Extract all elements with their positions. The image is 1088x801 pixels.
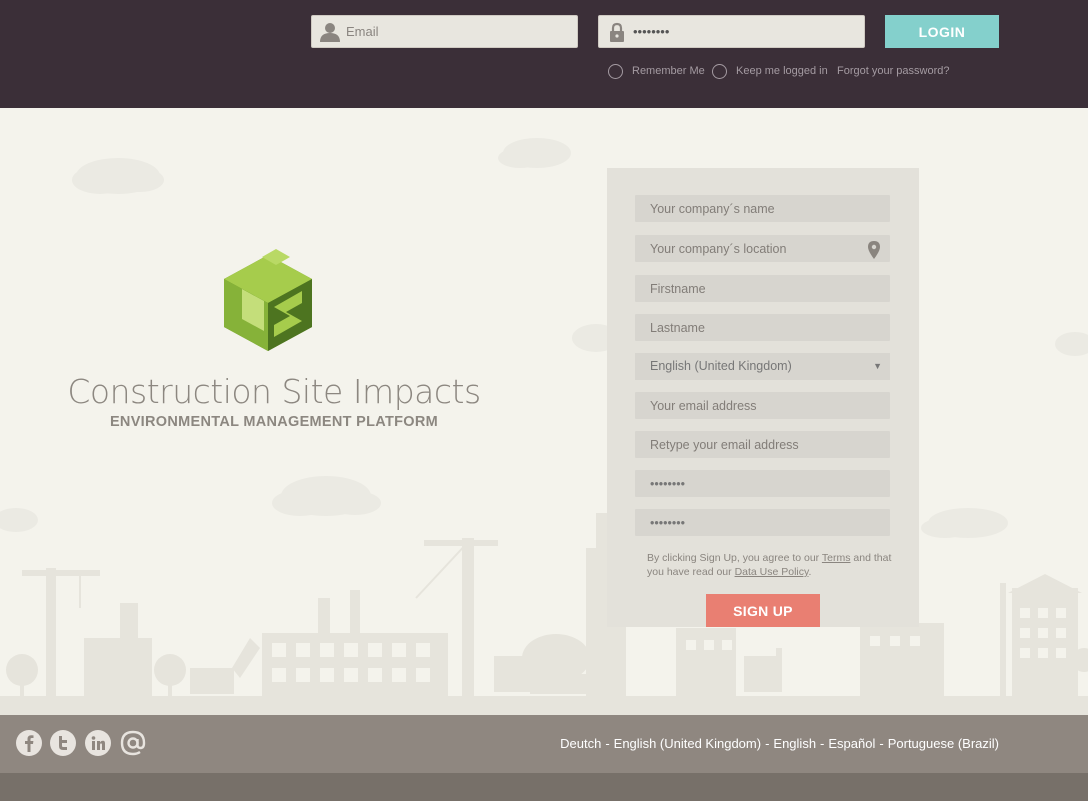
location-pin-icon[interactable] [868, 241, 880, 259]
lang-link-english[interactable]: English [773, 736, 816, 751]
csi-cube-logo [224, 249, 312, 351]
forgot-password-link[interactable]: Forgot your password? [837, 62, 950, 80]
dropdown-arrow-icon: ▼ [873, 361, 882, 371]
terms-notice: By clicking Sign Up, you agree to our Te… [647, 551, 892, 579]
lastname-input[interactable] [635, 314, 890, 341]
signup-button[interactable]: SIGN UP [706, 594, 820, 627]
password-confirm-input[interactable] [635, 509, 890, 536]
footer-bottom-strip [0, 773, 1088, 801]
language-select-value: English (United Kingdom) [650, 359, 792, 373]
signup-panel: English (United Kingdom) ▼ By clicking S… [607, 168, 919, 627]
forgot-password-label[interactable]: Forgot your password? [837, 65, 950, 77]
terms-link[interactable]: Terms [822, 552, 851, 564]
login-email-input[interactable] [346, 16, 571, 47]
clouds [0, 138, 1088, 538]
keep-logged-in-option[interactable]: Keep me logged in [712, 62, 828, 80]
lang-link-portuguese-brazil[interactable]: Portuguese (Brazil) [888, 736, 999, 751]
lang-separator: - [765, 736, 770, 751]
facebook-icon[interactable] [15, 729, 43, 757]
password-input[interactable] [635, 470, 890, 497]
language-select[interactable]: English (United Kingdom) ▼ [635, 353, 890, 380]
footer: Deutch - English (United Kingdom) - English -… [0, 715, 1088, 773]
remember-me-radio[interactable] [608, 63, 623, 79]
brand-subtitle: ENVIRONMENTAL MANAGEMENT PLATFORM [109, 414, 439, 430]
buildings [0, 513, 1088, 715]
lock-icon [610, 22, 624, 42]
company-name-input[interactable] [635, 195, 890, 222]
lang-separator: - [605, 736, 610, 751]
construction-skyline-illustration [0, 138, 1088, 715]
login-password-field[interactable] [598, 15, 865, 48]
retype-email-input[interactable] [635, 431, 890, 458]
lang-separator: - [879, 736, 884, 751]
login-button[interactable]: LOGIN [885, 15, 999, 48]
top-bar: LOGIN Remember Me Keep me logged in Forg… [0, 0, 1088, 108]
language-links: Deutch - English (United Kingdom) - English -… [560, 736, 999, 751]
terms-suffix: . [808, 566, 812, 578]
lang-link-espanol[interactable]: Español [828, 736, 875, 751]
remember-me-option[interactable]: Remember Me [608, 62, 705, 80]
keep-logged-in-radio[interactable] [712, 63, 727, 79]
data-use-policy-link[interactable]: Data Use Policy [735, 566, 809, 578]
twitter-icon[interactable] [49, 729, 77, 757]
lang-link-deutch[interactable]: Deutch [560, 736, 601, 751]
keep-logged-in-label: Keep me logged in [736, 65, 828, 77]
firstname-input[interactable] [635, 275, 890, 302]
lang-link-english-uk[interactable]: English (United Kingdom) [614, 736, 761, 751]
login-password-input[interactable] [633, 16, 858, 47]
company-location-input[interactable] [635, 235, 890, 262]
remember-me-label: Remember Me [632, 65, 705, 77]
user-icon [320, 23, 340, 42]
email-input[interactable] [635, 392, 890, 419]
linkedin-icon[interactable] [84, 729, 112, 757]
terms-prefix: By clicking Sign Up, you agree to our [647, 552, 822, 564]
lang-separator: - [820, 736, 825, 751]
at-icon[interactable] [119, 729, 147, 757]
login-email-field[interactable] [311, 15, 578, 48]
brand-title: Construction Site Impacts [67, 372, 481, 411]
